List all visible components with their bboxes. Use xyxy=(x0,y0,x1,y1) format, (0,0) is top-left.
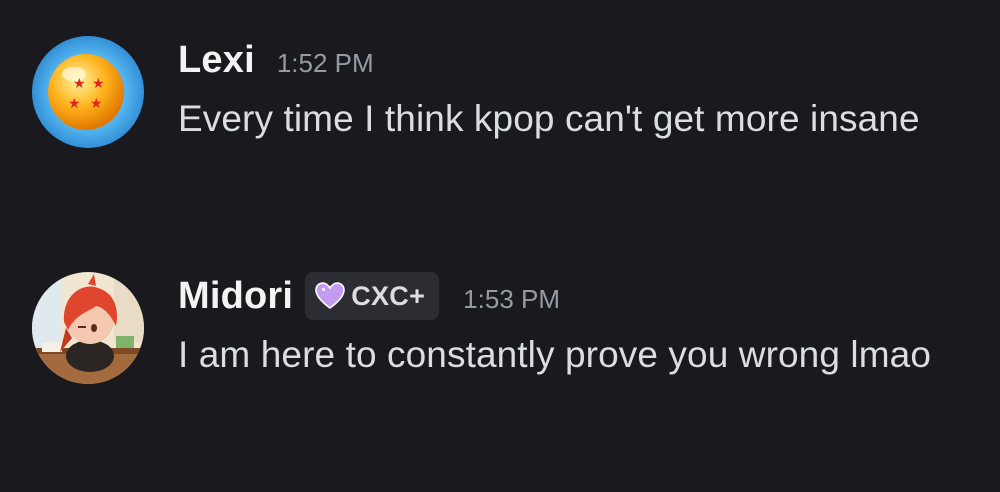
chat-log: ★ ★ ★ ★ Lexi 1:52 PM Every time I think … xyxy=(0,0,1000,492)
heart-icon xyxy=(315,282,345,309)
dragon-ball-avatar[interactable]: ★ ★ ★ ★ xyxy=(32,36,144,148)
svg-text:★: ★ xyxy=(90,96,103,112)
svg-text:★: ★ xyxy=(92,76,105,92)
anime-character-avatar[interactable] xyxy=(32,272,144,384)
message-header: Lexi 1:52 PM xyxy=(178,36,978,84)
username[interactable]: Lexi xyxy=(178,39,255,82)
server-tag-label: CXC+ xyxy=(351,280,426,311)
message-content: Lexi 1:52 PM Every time I think kpop can… xyxy=(178,36,978,149)
username[interactable]: Midori xyxy=(178,275,293,318)
svg-text:★: ★ xyxy=(68,96,81,112)
message-header: Midori CXC+ 1:53 PM xyxy=(178,272,978,320)
timestamp: 1:53 PM xyxy=(463,283,560,314)
svg-text:★: ★ xyxy=(73,76,86,92)
message-text: Every time I think kpop can't get more i… xyxy=(178,98,920,139)
message-content: Midori CXC+ 1:53 PM I am here to constan… xyxy=(178,272,978,385)
timestamp: 1:52 PM xyxy=(276,47,374,78)
message-text: I am here to constantly prove you wrong … xyxy=(178,334,931,375)
server-tag[interactable]: CXC+ xyxy=(305,272,440,320)
